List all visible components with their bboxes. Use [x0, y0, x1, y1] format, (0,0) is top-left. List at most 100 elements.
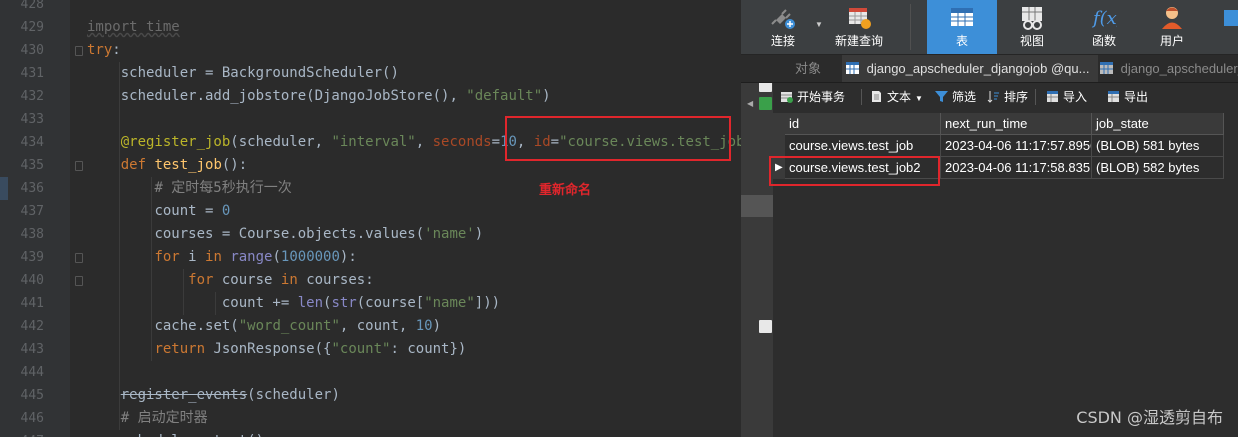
code-line[interactable]: try:: [87, 39, 121, 62]
more-toolbar-button[interactable]: [1221, 0, 1238, 54]
code-token: for: [188, 272, 222, 288]
code-token: ])): [474, 295, 501, 311]
text-button[interactable]: 文本 ▼: [870, 88, 923, 106]
function-icon: f(x): [1091, 8, 1117, 29]
function-label: 函数: [1091, 34, 1116, 48]
code-line[interactable]: cache.set("word_count", count, 10): [87, 315, 441, 338]
code-token: seconds: [432, 134, 492, 150]
svg-text:f(x): f(x): [1091, 8, 1117, 29]
begin-transaction-button[interactable]: 开始事务: [780, 88, 845, 106]
table-cell[interactable]: 2023-04-06 11:17:57.8956: [941, 135, 1092, 157]
code-token: return: [154, 341, 214, 357]
code-token: (scheduler): [247, 387, 340, 403]
column-header-id[interactable]: id: [785, 113, 941, 135]
function-button[interactable]: f(x) 函数: [1071, 0, 1137, 54]
transaction-icon: [781, 92, 793, 103]
header-row-marker: [773, 113, 785, 135]
column-header-job-state[interactable]: job_state: [1092, 113, 1224, 135]
code-line[interactable]: count = 0: [87, 200, 230, 223]
table-label: 表: [955, 34, 968, 48]
import-button[interactable]: 导入: [1046, 88, 1087, 106]
database-client: 连接 ▼ 新建查询 表 视图 f(x 函数 用户 ◀ 对象 django_aps…: [741, 0, 1238, 437]
fold-marker-icon[interactable]: [75, 161, 83, 171]
tab-djangojob-2[interactable]: django_apscheduler_dj: [1096, 55, 1238, 82]
code-line[interactable]: scheduler.start(): [87, 430, 264, 437]
tab-djangojob-1[interactable]: django_apscheduler_djangojob @qu...: [842, 55, 1098, 82]
table-cell[interactable]: (BLOB) 582 bytes: [1092, 157, 1224, 179]
code-token: test_job: [154, 157, 222, 173]
code-line[interactable]: import time: [87, 16, 180, 39]
sidebar-scrollbar[interactable]: [741, 195, 773, 217]
code-line[interactable]: # 启动定时器: [87, 407, 208, 430]
code-line[interactable]: scheduler.add_jobstore(DjangoJobStore(),…: [87, 85, 551, 108]
code-token: , count,: [339, 318, 416, 334]
user-button[interactable]: 用户: [1139, 0, 1205, 54]
line-number: 433: [20, 112, 44, 127]
code-token: register_events: [120, 387, 248, 403]
code-token: 10: [415, 318, 433, 334]
connect-button[interactable]: 连接: [755, 0, 811, 54]
code-line[interactable]: # 定时每5秒执行一次: [87, 177, 292, 200]
code-line[interactable]: for course in courses:: [87, 269, 373, 292]
sort-icon: [987, 91, 999, 103]
tab-djangojob-1-label: django_apscheduler_djangojob @qu...: [866, 61, 1090, 76]
text-label: 文本: [887, 90, 912, 104]
action-divider: [1035, 89, 1036, 105]
code-token: "word_count": [238, 318, 340, 334]
code-line[interactable]: register_events(scheduler): [87, 384, 340, 407]
fold-marker-icon[interactable]: [75, 276, 83, 286]
import-icon: [1047, 91, 1058, 102]
code-token: courses = Course.objects.values(: [154, 226, 425, 242]
table-cell[interactable]: course.views.test_job: [785, 135, 941, 157]
sort-button[interactable]: 排序: [987, 88, 1028, 106]
code-token: 1000000: [280, 249, 340, 265]
code-token: range: [230, 249, 273, 265]
table-cell[interactable]: 2023-04-06 11:17:58.8351: [941, 157, 1092, 179]
export-button[interactable]: 导出: [1107, 88, 1148, 106]
fold-marker-icon[interactable]: [75, 253, 83, 263]
collapse-arrow-icon[interactable]: ◀: [747, 99, 753, 108]
tab-strip: 对象 django_apscheduler_djangojob @qu... d…: [741, 55, 1238, 83]
line-number: 445: [20, 388, 44, 403]
code-token: for: [154, 249, 189, 265]
action-bar: 开始事务 文本 ▼ 筛选 排序 导入 导出: [773, 83, 1238, 110]
filter-button[interactable]: 筛选: [935, 88, 976, 106]
code-line[interactable]: count += len(str(course["name"])): [87, 292, 500, 315]
code-line[interactable]: scheduler = BackgroundScheduler(): [87, 62, 399, 85]
code-token: # 定时每5秒执行一次: [154, 180, 292, 196]
current-line-marker: [0, 177, 8, 200]
code-token: ): [542, 88, 551, 104]
code-line[interactable]: for i in range(1000000):: [87, 246, 356, 269]
code-token: "count": [331, 341, 391, 357]
new-query-button[interactable]: 新建查询: [829, 0, 889, 54]
table-button[interactable]: 表: [927, 0, 997, 54]
code-line[interactable]: def test_job():: [87, 154, 247, 177]
table-icon: [951, 8, 973, 26]
row-marker[interactable]: [773, 135, 785, 157]
line-number: 446: [20, 411, 44, 426]
code-token: (course[: [356, 295, 425, 311]
code-token: =: [491, 134, 501, 150]
tab-objects[interactable]: 对象: [791, 55, 843, 82]
line-number: 429: [20, 20, 44, 35]
code-line[interactable]: courses = Course.objects.values('name'): [87, 223, 483, 246]
column-header-next-run-time[interactable]: next_run_time: [941, 113, 1092, 135]
table-cell[interactable]: (BLOB) 581 bytes: [1092, 135, 1224, 157]
table-tab-icon: [1100, 62, 1113, 74]
line-number: 447: [0, 430, 44, 437]
code-editor[interactable]: import time try: scheduler = BackgroundSc…: [0, 0, 741, 437]
fold-marker-icon[interactable]: [75, 46, 83, 56]
code-token: in: [205, 249, 231, 265]
code-token: count +=: [221, 295, 298, 311]
view-button[interactable]: 视图: [999, 0, 1065, 54]
sidebar-info-icon[interactable]: [759, 320, 772, 333]
code-line[interactable]: return JsonResponse({"count": count}): [87, 338, 466, 361]
connect-dropdown-icon[interactable]: ▼: [815, 20, 823, 29]
sidebar-refresh-icon[interactable]: [759, 97, 772, 110]
